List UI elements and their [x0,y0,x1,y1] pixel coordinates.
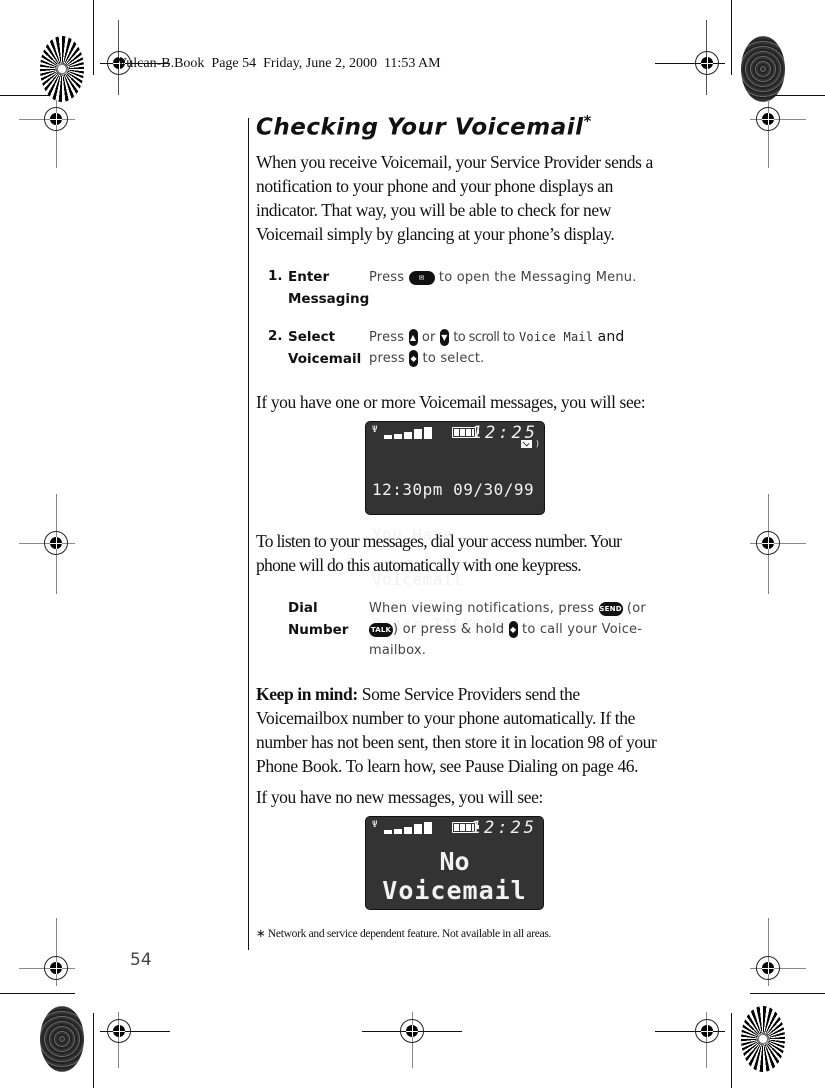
step-label: Select Voicemail [288,326,361,370]
display-line: Voicemail [382,876,527,905]
step-label-line: Voicemail [288,351,362,367]
registration-mark-icon [44,531,68,555]
title-footnote-marker: * [583,112,592,130]
phone-display-voicemail: Ψ 12:25 ) 12:30pm 09/30/99 You Have Voic… [366,422,544,633]
page-title: Checking Your Voicemail* [256,112,592,141]
message-key-icon: ✉ [408,270,435,285]
signal-bar [384,435,392,439]
registration-mark-icon [107,1019,131,1043]
display-line: No [439,847,470,876]
color-target-icon [40,36,84,102]
print-slug: Vulcan-B.Book Page 54 Friday, June 2, 20… [117,56,441,71]
page-number: 54 [130,950,152,970]
step-text: (or [626,601,646,616]
scroll-down-key-icon: ▼ [439,329,449,346]
signal-bar [404,432,412,439]
signal-bar [424,822,432,834]
keep-in-mind-label: Keep in mind: [256,684,358,704]
listen-paragraph: To listen to your messages, dial your ac… [256,531,622,575]
signal-bar [414,824,422,834]
have-messages-text: If you have one or more Voicemail messag… [256,392,646,412]
step-description: Press ✉ to open the Messaging Menu. [369,267,637,288]
step-label-line: Number [288,622,349,638]
step-label-line: Select [288,329,336,345]
registration-mark-icon [400,1019,424,1043]
no-messages-text: If you have no new messages, you will se… [256,787,543,807]
step-text: to open the Messaging Menu. [438,270,637,285]
step-text: to scroll to [453,330,515,345]
footnote: ∗ Network and service dependent feature.… [256,928,552,940]
step-label: Dial Number [288,597,348,641]
step-text: ) or press & hold [393,622,505,637]
signal-bar [394,434,402,439]
registration-mark-icon [756,107,780,131]
step-number: 2. [268,328,283,344]
clock: 12:25 [470,818,537,838]
step-text: to select. [422,351,485,366]
color-target-icon [741,1006,785,1072]
step-text: and [597,329,625,345]
step-text: Press [369,330,405,345]
crop-mark [93,0,94,75]
speaker-icon: ) [535,439,540,448]
status-bar: Ψ 12:25 [372,423,538,443]
step-label-line: Dial [288,600,318,616]
registration-mark-icon [44,956,68,980]
gray-target-icon [741,36,785,102]
crop-mark [0,993,75,994]
antenna-icon: Ψ [372,820,378,830]
registration-mark-icon [695,51,719,75]
step-number: 1. [268,268,283,284]
envelope-icon [521,440,532,448]
talk-key-icon: TALK [369,622,393,637]
scroll-up-key-icon: ▲ [408,329,418,346]
send-key-icon: SEND [598,601,623,616]
signal-bar [384,830,392,834]
signal-bar [394,829,402,834]
select-key-icon: ◆ [508,621,518,638]
step-text: When viewing notifications, press [369,601,595,616]
step-text: or [421,330,436,345]
antenna-icon: Ψ [372,425,378,435]
crop-mark [731,0,732,75]
registration-mark-icon [756,956,780,980]
crop-mark [93,1013,94,1088]
step-text: press [369,351,405,366]
lcd-menu-item: Voice Mail [518,330,594,344]
registration-mark-icon [695,1019,719,1043]
step-label-line: Messaging [288,291,370,307]
intro-paragraph: When you receive Voicemail, your Service… [256,152,653,244]
status-bar: Ψ 12:25 [372,818,537,838]
display-line: 12:30pm 09/30/99 [372,480,535,499]
margin-rule [248,118,249,950]
title-text: Checking Your Voicemail [256,114,584,141]
select-key-icon: ◆ [409,350,419,367]
crop-mark [750,993,825,994]
keep-in-mind-paragraph: Keep in mind: Some Service Providers sen… [256,682,661,778]
signal-bar [404,827,412,834]
step-description: Press ▲ or ▼ to scroll to Voice Mail and… [369,327,639,369]
phone-display-no-voicemail: Ψ 12:25 No Voicemail [366,817,543,909]
step-text: Press [369,270,405,285]
registration-mark-icon [756,531,780,555]
signal-bar [414,429,422,439]
step-label-line: Enter [288,269,330,285]
crop-mark [731,1013,732,1088]
step-label: Enter Messaging [288,266,369,310]
signal-bar [424,427,432,439]
gray-target-icon [40,1006,84,1072]
step-description: When viewing notifications, press SEND (… [369,598,654,661]
registration-mark-icon [44,107,68,131]
